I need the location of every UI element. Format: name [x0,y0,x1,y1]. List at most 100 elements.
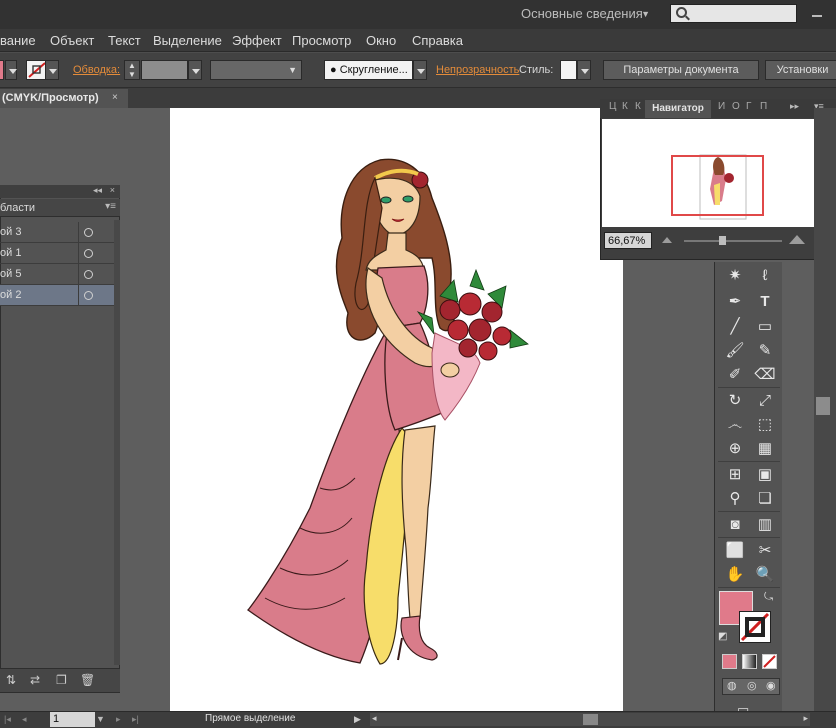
tab-navigator[interactable]: Навигатор [645,100,711,118]
hand-icon[interactable]: ✋ [722,564,748,586]
line-icon[interactable]: ╱ [722,316,748,338]
tab-info[interactable]: И [718,101,725,112]
brush-icon[interactable]: 🖌 [722,340,748,362]
panel-menu-icon[interactable]: ▾≡ [105,201,116,212]
warp-icon[interactable]: ෴ [722,414,748,436]
workspace-switcher[interactable]: Основные сведения ▼ [512,3,658,25]
trash-icon[interactable]: 🗑 [80,673,95,687]
fill-swatch[interactable] [0,60,4,80]
stroke-dropdown[interactable] [45,60,59,80]
document-settings-button[interactable]: Параметры документа [603,60,759,80]
stroke-weight-dropdown[interactable] [188,60,202,80]
scale-icon[interactable]: ⤢ [752,390,778,412]
chevron-down-icon[interactable]: ▼ [96,714,105,724]
mesh-icon[interactable]: ⊞ [722,464,748,486]
stroke-color-swatch[interactable] [739,611,771,643]
search-input[interactable] [670,4,797,23]
list-item[interactable]: ой 1 [0,243,114,264]
page-field[interactable]: 1 [50,712,95,727]
tab-color[interactable]: Ц [609,101,616,112]
rearrange-icon[interactable]: ⇅ [6,673,16,687]
target-icon[interactable] [84,270,93,279]
tab-transparency[interactable]: П [760,101,767,112]
style-swatch[interactable] [560,60,577,80]
tab-color-guide[interactable]: К [622,101,628,112]
tab-stroke[interactable]: О [732,101,740,112]
type-icon[interactable]: T [752,291,778,313]
draw-behind-icon[interactable]: ◎ [747,679,757,692]
stroke-weight-stepper[interactable]: ▲ ▼ [124,60,140,80]
menu-file[interactable]: вание [0,33,36,48]
stroke-weight-field[interactable] [141,60,188,80]
menu-select[interactable]: Выделение [153,33,222,48]
panel-scrollbar[interactable] [114,220,120,665]
magic-wand-icon[interactable]: ✷ [722,265,748,287]
perspective-grid-icon[interactable]: ▦ [752,438,778,460]
zoom-in-icon[interactable] [789,235,805,244]
stroke-label[interactable]: Обводка: [73,64,120,76]
blend-icon[interactable]: ❏ [752,488,778,510]
zoom-out-icon[interactable] [662,237,672,243]
draw-normal-icon[interactable]: ◍ [727,679,737,692]
fill-dropdown[interactable] [5,60,17,80]
menu-type[interactable]: Текст [108,33,141,48]
list-item[interactable]: ой 5 [0,264,114,285]
lasso-icon[interactable]: ℓ [752,265,778,287]
artboards-tab[interactable]: бласти ▾≡ [0,199,120,217]
brush-dropdown[interactable] [413,60,427,80]
gradient-icon[interactable]: ▣ [752,464,778,486]
shape-builder-icon[interactable]: ⊕ [722,438,748,460]
drawing-modes[interactable]: ◍ ◎ ◉ [722,678,780,695]
draw-inside-icon[interactable]: ◉ [766,679,776,692]
expand-icon[interactable]: ▸▸ [790,101,799,112]
girl-illustration[interactable] [170,108,623,711]
pencil-icon[interactable]: ✎ [752,340,778,362]
column-graph-icon[interactable]: ▥ [752,514,778,536]
horizontal-scroll-thumb[interactable] [583,714,598,725]
list-item-selected[interactable]: ой 2 [0,285,114,306]
panel-header[interactable]: ◂◂ × [0,185,120,198]
eraser-icon[interactable]: ⌫ [752,364,778,386]
status-tool-name[interactable]: Прямое выделение [205,713,295,724]
artboard-tool-icon[interactable]: ⬜ [722,540,748,562]
first-page-icon[interactable]: |◂ [4,714,11,725]
slice-icon[interactable]: ✂ [752,540,778,562]
color-mode-icon[interactable] [722,654,737,669]
new-artboard-icon[interactable]: ❐ [56,673,67,687]
pen-icon[interactable]: ✒ [722,291,748,313]
none-mode-icon[interactable] [762,654,777,669]
style-dropdown[interactable] [577,60,591,80]
scroll-right-icon[interactable]: ▸ [803,713,808,724]
minimize-button[interactable] [806,6,828,22]
eyedropper-icon[interactable]: ⚲ [722,488,748,510]
list-item[interactable]: ой 3 [0,222,114,243]
target-icon[interactable] [84,249,93,258]
target-icon[interactable] [84,291,93,300]
tab-swatches[interactable]: К [635,101,641,112]
rotate-icon[interactable]: ↻ [722,390,748,412]
close-icon[interactable]: × [110,185,115,195]
gradient-mode-icon[interactable] [742,654,757,669]
menu-window[interactable]: Окно [366,33,396,48]
zoom-slider[interactable] [684,240,782,242]
zoom-icon[interactable]: 🔍 [752,564,778,586]
brush-field[interactable]: ● Скругление... [324,60,413,80]
move-icon[interactable]: ⇄ [30,673,40,687]
zoom-field[interactable]: 66,67% [604,232,652,249]
free-transform-icon[interactable]: ⬚ [752,414,778,436]
tab-gradient[interactable]: Г [746,101,751,112]
prev-page-icon[interactable]: ◂ [22,714,27,725]
collapse-icon[interactable]: ◂◂ [93,185,102,196]
rectangle-icon[interactable]: ▭ [752,316,778,338]
zoom-slider-thumb[interactable] [719,236,726,245]
default-colors-icon[interactable]: ◩ [718,631,727,642]
blob-brush-icon[interactable]: ✐ [722,364,748,386]
symbol-sprayer-icon[interactable]: ◙ [722,514,748,536]
menu-object[interactable]: Объект [50,33,94,48]
last-page-icon[interactable]: ▸| [132,714,139,725]
scroll-left-icon[interactable]: ◂ [372,713,377,724]
status-menu-icon[interactable]: ▶ [354,714,361,725]
menu-effect[interactable]: Эффект [232,33,282,48]
opacity-label[interactable]: Непрозрачность [436,64,519,76]
artboard[interactable] [170,108,623,711]
